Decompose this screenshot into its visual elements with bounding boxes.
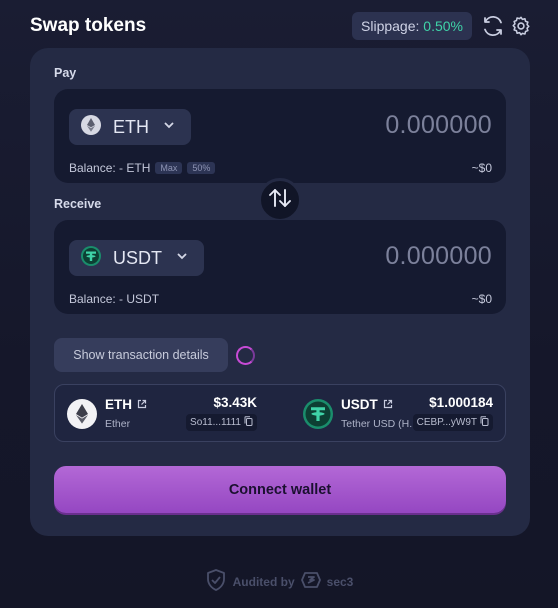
- usdt-symbol-text: USDT: [341, 397, 378, 412]
- eth-symbol-text: ETH: [105, 397, 132, 412]
- eth-info: ETH Ether $3.43K So11...1111: [55, 385, 265, 443]
- usdt-address: CEBP...yW9T: [416, 417, 477, 428]
- pay-token-select[interactable]: ETH: [69, 109, 191, 145]
- slippage-label: Slippage:: [361, 18, 420, 34]
- receive-label: Receive: [54, 197, 102, 211]
- eth-symbol: ETH: [105, 397, 147, 412]
- max-button[interactable]: Max: [155, 162, 183, 174]
- pay-usd-value: ~$0: [471, 161, 492, 175]
- usdt-info: USDT Tether USD (H... $1.000184 CEBP...y…: [291, 385, 501, 443]
- audited-by-text: Audited by: [232, 574, 295, 589]
- gear-icon[interactable]: [508, 13, 534, 39]
- auditor-name: sec3: [326, 574, 354, 589]
- half-button[interactable]: 50%: [187, 162, 216, 174]
- receive-balance: Balance: - USDT: [69, 292, 159, 306]
- copy-icon: [480, 416, 489, 429]
- usdt-icon: [81, 245, 101, 271]
- pay-label: Pay: [54, 66, 77, 80]
- usdt-symbol: USDT: [341, 397, 393, 412]
- receive-token-select[interactable]: USDT: [69, 240, 204, 276]
- eth-address-copy[interactable]: So11...1111: [186, 414, 257, 431]
- receive-balance-text: Balance: - USDT: [69, 292, 160, 306]
- show-details-button[interactable]: Show transaction details: [54, 338, 228, 372]
- receive-usd-value: ~$0: [471, 292, 492, 306]
- usdt-price: $1.000184: [429, 395, 493, 410]
- pay-token-name: ETH: [113, 116, 149, 137]
- chevron-down-icon: [163, 118, 175, 136]
- connect-wallet-button[interactable]: Connect wallet: [54, 466, 506, 513]
- eth-address: So11...1111: [190, 417, 241, 428]
- receive-token-name: USDT: [113, 247, 162, 268]
- receive-amount-input[interactable]: 0.000000: [385, 242, 492, 271]
- pay-amount-input[interactable]: 0.000000: [385, 111, 492, 140]
- eth-price: $3.43K: [213, 395, 257, 410]
- eth-logo-icon: [67, 399, 97, 429]
- refresh-icon[interactable]: [480, 13, 506, 39]
- sec3-logo-icon: [300, 571, 321, 592]
- usdt-name: Tether USD (H...: [341, 418, 419, 430]
- receive-panel: USDT 0.000000 Balance: - USDT ~$0: [54, 220, 506, 314]
- external-link-icon[interactable]: [383, 397, 393, 412]
- loading-spinner-icon: [236, 346, 255, 365]
- page-title: Swap tokens: [30, 15, 147, 36]
- usdt-address-copy[interactable]: CEBP...yW9T: [412, 414, 493, 431]
- external-link-icon[interactable]: [137, 397, 147, 412]
- swap-direction-button[interactable]: [258, 178, 302, 222]
- pay-balance: Balance: - ETH Max 50%: [69, 161, 216, 175]
- slippage-value: 0.50%: [423, 18, 463, 34]
- pay-balance-text: Balance: - ETH: [69, 161, 151, 175]
- header: Swap tokens Slippage: 0.50%: [30, 12, 534, 40]
- swap-card: Pay ETH 0.000000 Balance: - ETH Max 50% …: [30, 48, 530, 536]
- slippage-button[interactable]: Slippage: 0.50%: [352, 12, 472, 40]
- token-info-panel: ETH Ether $3.43K So11...1111 USDT Tether…: [54, 384, 506, 442]
- eth-icon: [81, 114, 101, 140]
- copy-icon: [244, 416, 253, 429]
- chevron-down-icon: [176, 249, 188, 267]
- usdt-logo-icon: [303, 399, 333, 429]
- pay-panel: ETH 0.000000 Balance: - ETH Max 50% ~$0: [54, 89, 506, 183]
- shield-icon: [205, 568, 227, 595]
- audit-footer: Audited by sec3: [0, 568, 558, 595]
- swap-arrows-icon: [267, 187, 293, 214]
- eth-name: Ether: [105, 418, 131, 430]
